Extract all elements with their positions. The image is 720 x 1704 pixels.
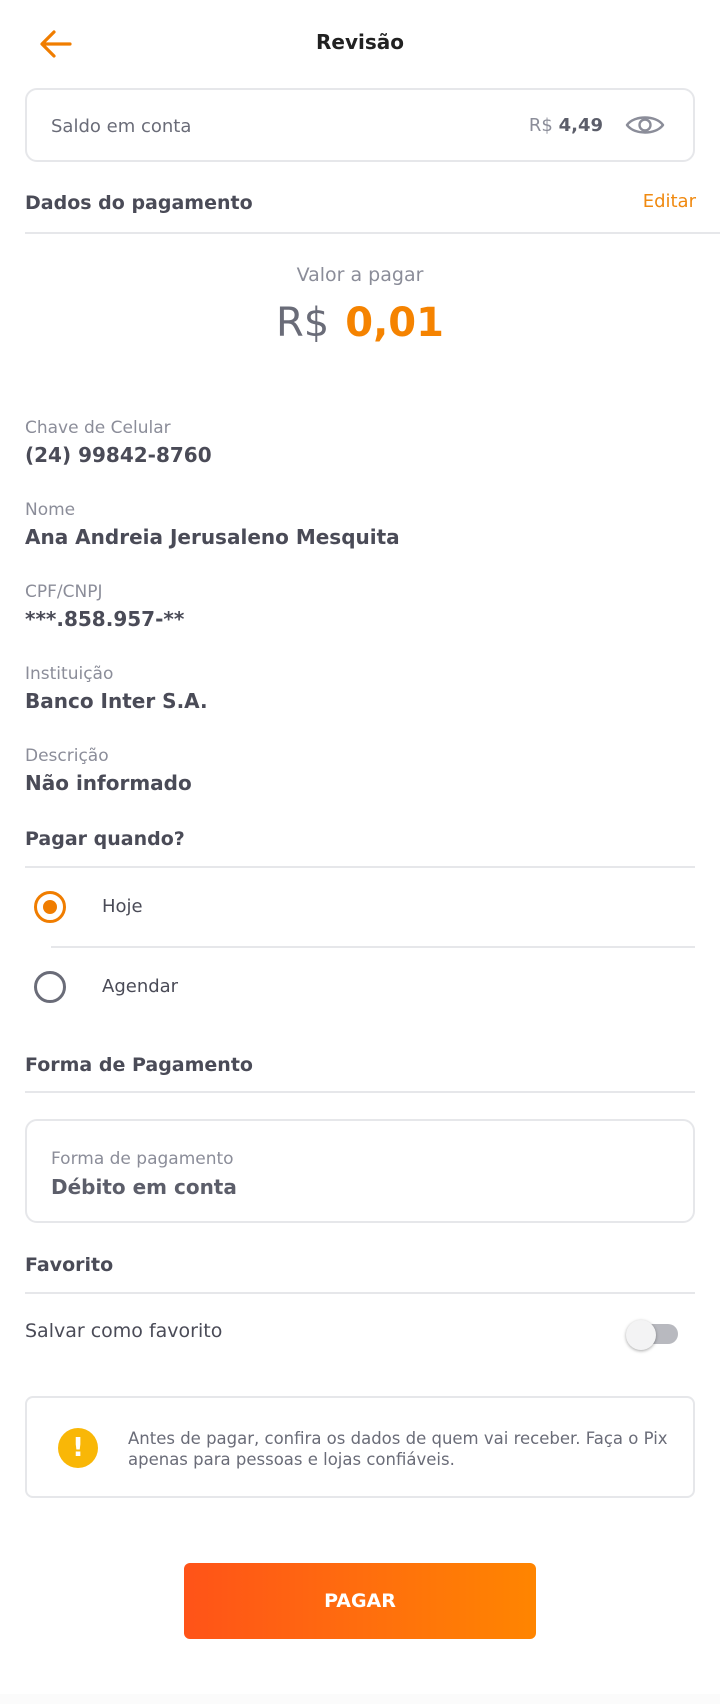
header: Revisão [0, 0, 720, 88]
page-title: Revisão [316, 30, 404, 54]
divider [25, 1091, 695, 1093]
schedule-option-later[interactable]: Agendar [25, 948, 695, 1026]
name-label: Nome [25, 500, 76, 520]
balance-card: Saldo em conta R$ 4,49 [25, 88, 695, 162]
balance-currency: R$ [528, 115, 553, 136]
warning-card: ! Antes de pagar, confira os dados de qu… [25, 1396, 695, 1498]
pay-button[interactable]: PAGAR [184, 1563, 536, 1639]
exclamation-icon: ! [58, 1428, 98, 1468]
cpf-label: CPF/CNPJ [25, 582, 103, 602]
payment-method-field[interactable]: Forma de pagamento Débito em conta [25, 1119, 695, 1223]
balance-amount: 4,49 [558, 115, 603, 136]
payment-method-label: Forma de pagamento [51, 1149, 234, 1169]
institution-value: Banco Inter S.A. [25, 689, 208, 713]
save-favorite-toggle[interactable] [626, 1320, 678, 1350]
schedule-title: Pagar quando? [25, 828, 185, 850]
save-favorite-label: Salvar como favorito [25, 1320, 223, 1342]
amount-display: R$ 0,01 [0, 300, 720, 346]
amount-value: 0,01 [345, 300, 444, 346]
bottom-bar [0, 1694, 720, 1704]
phone-key-label: Chave de Celular [25, 418, 171, 438]
balance-value: R$ 4,49 [529, 115, 603, 136]
amount-currency: R$ [276, 300, 330, 346]
institution-label: Instituição [25, 664, 114, 684]
divider [25, 1292, 695, 1294]
schedule-option-label: Agendar [102, 976, 179, 997]
toggle-knob [626, 1320, 656, 1350]
payment-method-value: Débito em conta [51, 1175, 237, 1199]
description-label: Descrição [25, 746, 109, 766]
radio-unselected-icon[interactable] [34, 971, 66, 1003]
schedule-option-today[interactable]: Hoje [25, 868, 695, 946]
description-value: Não informado [25, 771, 192, 795]
payment-method-title: Forma de Pagamento [25, 1054, 253, 1076]
edit-link[interactable]: Editar [643, 191, 696, 212]
radio-selected-icon[interactable] [34, 891, 66, 923]
phone-key-value: (24) 99842-8760 [25, 443, 212, 467]
name-value: Ana Andreia Jerusaleno Mesquita [25, 525, 400, 549]
amount-label: Valor a pagar [296, 264, 424, 286]
favorite-title: Favorito [25, 1254, 114, 1276]
balance-label: Saldo em conta [51, 116, 192, 137]
cpf-value: ***.858.957-** [25, 607, 185, 631]
warning-text: Antes de pagar, confira os dados de quem… [128, 1429, 668, 1469]
payment-data-title: Dados do pagamento [25, 192, 253, 214]
divider [25, 232, 720, 234]
eye-icon[interactable] [625, 110, 665, 140]
schedule-option-label: Hoje [102, 896, 143, 917]
